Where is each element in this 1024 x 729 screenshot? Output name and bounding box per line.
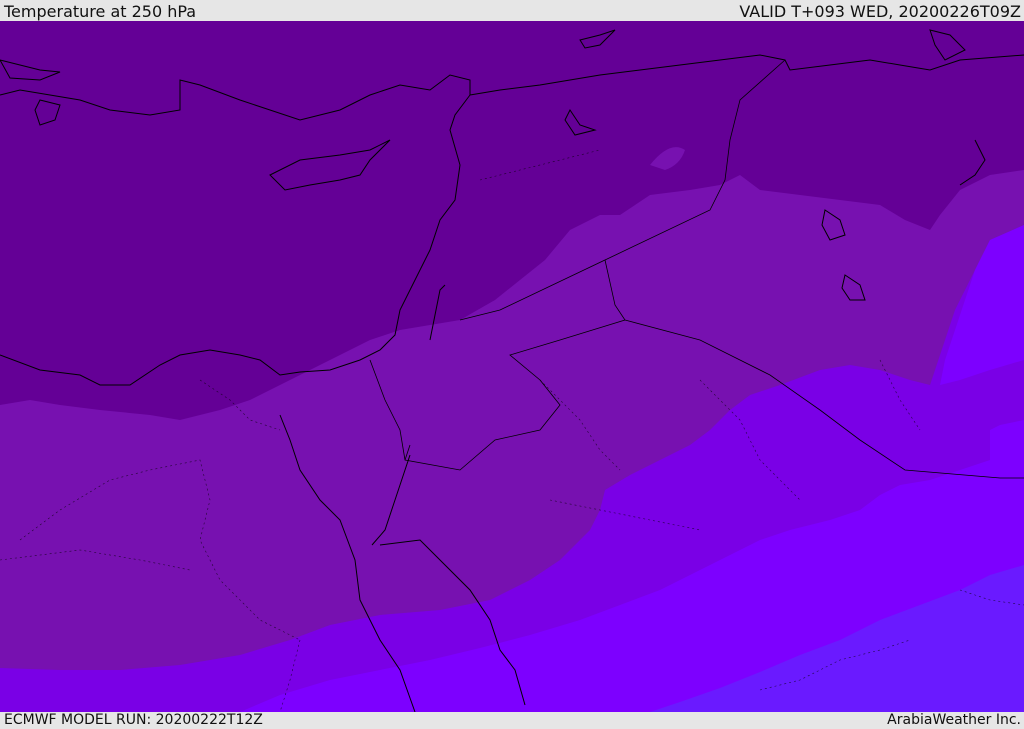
footer-bar: ECMWF MODEL RUN: 20200222T12Z ArabiaWeat… bbox=[0, 712, 1024, 729]
valid-time: VALID T+093 WED, 20200226T09Z bbox=[739, 2, 1021, 21]
credit: ArabiaWeather Inc. bbox=[887, 712, 1021, 728]
map-title: Temperature at 250 hPa bbox=[4, 2, 197, 21]
temperature-map[interactable] bbox=[0, 21, 1024, 712]
header-bar: Temperature at 250 hPa VALID T+093 WED, … bbox=[0, 0, 1024, 21]
model-run: ECMWF MODEL RUN: 20200222T12Z bbox=[4, 712, 263, 728]
